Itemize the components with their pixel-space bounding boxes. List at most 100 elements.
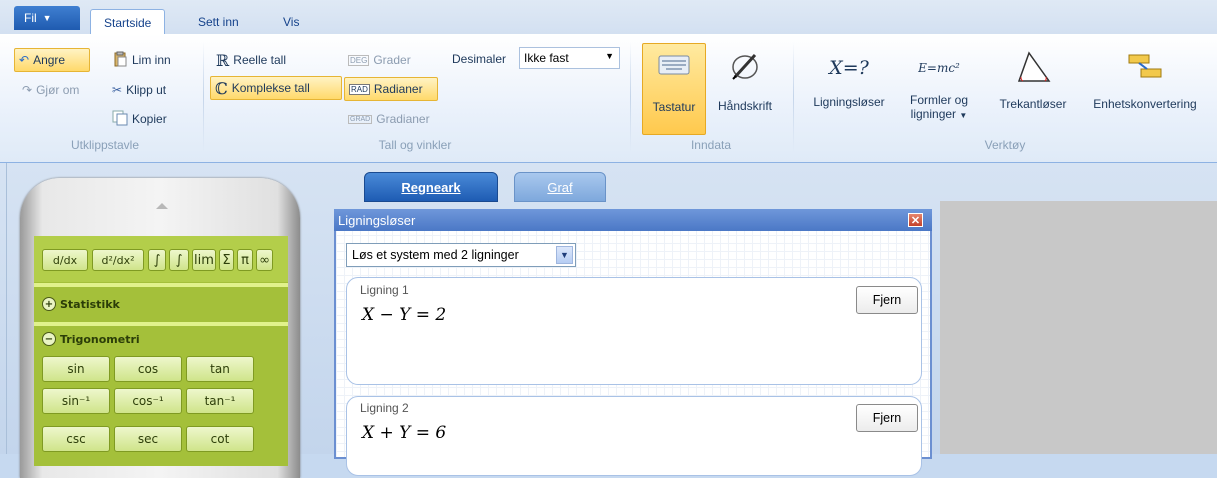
pane-divider — [6, 163, 7, 454]
tab-startside[interactable]: Startside — [90, 9, 166, 35]
group-separator — [793, 42, 794, 152]
degrees-badge: DEG — [348, 54, 370, 66]
chevron-down-icon: ▼ — [605, 51, 614, 61]
unit-converter-button[interactable]: Enhetskonvertering — [1080, 43, 1210, 135]
handwriting-label: Håndskrift — [717, 99, 773, 113]
triangle-icon — [1013, 49, 1053, 83]
keyboard-button[interactable]: Tastatur — [642, 43, 706, 135]
system-select-value: Løs et system med 2 ligninger — [352, 248, 519, 262]
tab-graf[interactable]: Graf — [514, 172, 606, 202]
keyboard-label: Tastatur — [652, 100, 696, 114]
triangle-solver-button[interactable]: Trekantløser — [988, 43, 1078, 135]
redo-button[interactable]: ↷ Gjør om — [18, 78, 83, 102]
file-menu-label: Fil — [24, 11, 37, 25]
decimals-value: Ikke fast — [524, 51, 569, 65]
statistics-label: Statistikk — [60, 297, 120, 311]
numbers-group-label: Tall og vinkler — [378, 138, 452, 152]
real-numbers-label: Reelle tall — [233, 53, 286, 67]
equation-solver-label: Ligningsløser — [813, 95, 885, 109]
radians-badge: RAD — [349, 83, 370, 95]
copy-button[interactable]: Kopier — [108, 107, 171, 131]
clipboard-icon — [112, 51, 128, 70]
pen-icon — [729, 51, 761, 81]
statistics-section[interactable]: + Statistikk — [42, 297, 120, 311]
gradians-label: Gradianer — [376, 112, 430, 126]
dialog-title: Ligningsløser — [334, 209, 932, 231]
radians-button[interactable]: RAD Radianer — [344, 77, 438, 101]
equation-input-2[interactable]: X + Y = 6 — [362, 423, 446, 443]
real-numbers-button[interactable]: ℝ Reelle tall — [212, 48, 290, 72]
trig-button[interactable]: csc — [42, 426, 110, 452]
equation-label-1: Ligning 1 — [360, 283, 409, 297]
trig-button[interactable]: cos — [114, 356, 182, 382]
equation-card-1 — [346, 277, 922, 385]
degrees-button[interactable]: DEG Grader — [344, 48, 415, 72]
undo-label: Angre — [33, 53, 66, 67]
paste-label: Lim inn — [132, 53, 171, 67]
scroll-up-icon[interactable] — [156, 203, 168, 209]
trigonometry-section[interactable]: − Trigonometri — [42, 332, 140, 346]
calculus-button[interactable]: ∫ — [148, 249, 166, 271]
formulas-label-line2: ligninger ▼ — [910, 107, 968, 121]
ribbon-tab-strip — [0, 0, 1217, 35]
tab-vis[interactable]: Vis — [270, 9, 312, 34]
equation-input-1[interactable]: X − Y = 2 — [362, 305, 446, 325]
handwriting-button[interactable]: Håndskrift — [708, 43, 782, 135]
calculus-button[interactable]: ∫ — [169, 249, 189, 271]
undo-icon: ↶ — [19, 53, 30, 67]
radians-label: Radianer — [373, 82, 423, 96]
keyboard-icon — [658, 52, 690, 78]
worksheet-area — [940, 201, 1217, 454]
calculus-button[interactable]: lim — [192, 249, 216, 271]
paste-button[interactable]: Lim inn — [108, 48, 175, 72]
undo-button[interactable]: ↶ Angre — [14, 48, 90, 72]
trig-button[interactable]: tan⁻¹ — [186, 388, 254, 414]
calculus-button[interactable]: Σ — [219, 249, 234, 271]
formulas-icon: E=mc² — [918, 61, 960, 75]
trig-button[interactable]: sec — [114, 426, 182, 452]
trig-button[interactable]: cot — [186, 426, 254, 452]
trig-button[interactable]: tan — [186, 356, 254, 382]
remove-equation-1-button[interactable]: Fjern — [856, 286, 918, 314]
scissors-icon: ✂ — [112, 83, 123, 97]
trig-button[interactable]: sin⁻¹ — [42, 388, 110, 414]
decimals-label: Desimaler — [452, 52, 507, 66]
trigonometry-label: Trigonometri — [60, 332, 140, 346]
equation-solver-button[interactable]: X=? Ligningsløser — [803, 43, 895, 135]
system-select[interactable]: Løs et system med 2 ligninger ▼ — [346, 243, 576, 267]
band-divider — [34, 322, 288, 326]
unit-converter-label: Enhetskonvertering — [1093, 97, 1197, 111]
input-group-label: Inndata — [690, 138, 732, 152]
tab-regneark[interactable]: Regneark — [364, 172, 498, 202]
expand-icon: + — [42, 297, 56, 311]
close-icon[interactable]: ✕ — [908, 213, 923, 227]
calculus-button[interactable]: d/dx — [42, 249, 88, 271]
formulas-button[interactable]: E=mc² Formler og ligninger ▼ — [897, 43, 981, 135]
complex-numbers-label: Komplekse tall — [231, 81, 310, 95]
formulas-label-line1: Formler og — [909, 93, 968, 107]
chevron-down-icon: ▼ — [556, 246, 573, 264]
trig-button[interactable]: sin — [42, 356, 110, 382]
calculus-button[interactable]: ∞ — [256, 249, 273, 271]
gradians-badge: GRAD — [348, 114, 373, 124]
chevron-down-icon: ▼ — [42, 13, 52, 23]
calculus-button[interactable]: π — [237, 249, 253, 271]
complex-numbers-button[interactable]: ℂ Komplekse tall — [210, 76, 342, 100]
cut-button[interactable]: ✂ Klipp ut — [108, 78, 170, 102]
trig-button[interactable]: cos⁻¹ — [114, 388, 182, 414]
gradians-button[interactable]: GRAD Gradianer — [344, 107, 434, 131]
redo-icon: ↷ — [22, 83, 33, 97]
cut-label: Klipp ut — [126, 83, 167, 97]
remove-equation-2-button[interactable]: Fjern — [856, 404, 918, 432]
decimals-select[interactable]: Ikke fast ▼ — [519, 47, 620, 69]
triangle-solver-label: Trekantløser — [999, 97, 1067, 111]
file-menu-button[interactable]: Fil ▼ — [14, 6, 80, 30]
tab-sett-inn[interactable]: Sett inn — [185, 9, 252, 34]
equation-label-2: Ligning 2 — [360, 401, 409, 415]
group-separator — [630, 42, 631, 152]
degrees-label: Grader — [373, 53, 411, 67]
copy-icon — [112, 110, 128, 129]
calculus-button[interactable]: d²/dx² — [92, 249, 144, 271]
ruler-icon — [1125, 49, 1165, 83]
copy-label: Kopier — [132, 112, 167, 126]
